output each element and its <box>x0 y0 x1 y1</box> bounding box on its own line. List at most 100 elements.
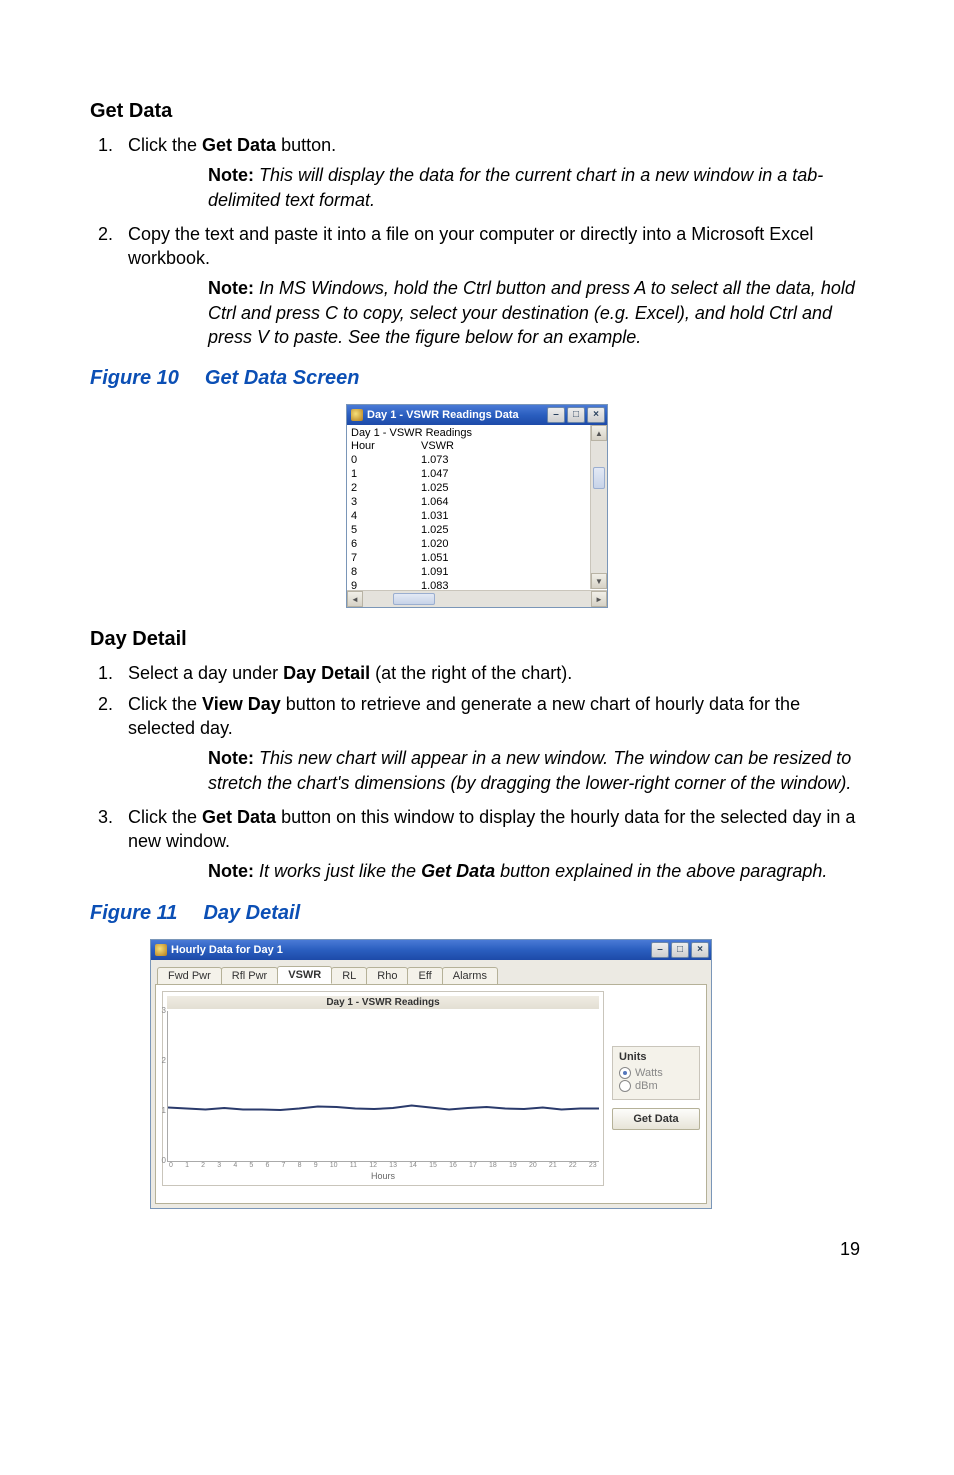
t: (at the right of the chart). <box>370 663 572 683</box>
tab-rfl-pwr[interactable]: Rfl Pwr <box>221 967 278 984</box>
x-tick: 15 <box>429 1162 437 1169</box>
t: Get Data <box>202 135 276 155</box>
tab-alarms[interactable]: Alarms <box>442 967 498 984</box>
scroll-track[interactable] <box>591 441 607 573</box>
x-tick: 3 <box>217 1162 221 1169</box>
app-icon <box>351 409 363 421</box>
figure10-window: Day 1 - VSWR Readings Data – □ × Day 1 -… <box>346 404 608 608</box>
x-tick: 10 <box>330 1162 338 1169</box>
close-button[interactable]: × <box>691 942 709 958</box>
scroll-left-icon[interactable]: ◄ <box>347 591 363 607</box>
table-row: 71.051 <box>351 551 607 565</box>
cell-hour: 7 <box>351 552 421 564</box>
chart-panel: Day 1 - VSWR Readings 3210 0123456789101… <box>155 984 707 1204</box>
t: Click the <box>128 694 202 714</box>
scroll-up-icon[interactable]: ▲ <box>591 425 607 441</box>
x-label: Hours <box>167 1171 599 1181</box>
note-1: Note: This will display the data for the… <box>208 163 864 212</box>
scroll-thumb[interactable] <box>393 593 435 605</box>
cell-vswr: 1.064 <box>421 496 541 508</box>
fig-title: Get Data Screen <box>205 367 360 389</box>
note-3: Note: This new chart will appear in a ne… <box>208 746 864 795</box>
x-tick: 16 <box>449 1162 457 1169</box>
radio-dot-icon <box>619 1067 631 1079</box>
titlebar[interactable]: Day 1 - VSWR Readings Data – □ × <box>347 405 607 425</box>
note-label: Note: <box>208 748 254 768</box>
note-4: Note: It works just like the Get Data bu… <box>208 859 864 883</box>
table-row: 81.091 <box>351 565 607 579</box>
cell-vswr: 1.025 <box>421 482 541 494</box>
maximize-button[interactable]: □ <box>567 407 585 423</box>
t: It works just like the <box>259 861 421 881</box>
tab-rho[interactable]: Rho <box>366 967 408 984</box>
maximize-button[interactable]: □ <box>671 942 689 958</box>
radio-watts[interactable]: Watts <box>619 1067 693 1079</box>
tab-rl[interactable]: RL <box>331 967 367 984</box>
cell-hour: 0 <box>351 454 421 466</box>
table-row: 31.064 <box>351 495 607 509</box>
radio-dbm[interactable]: dBm <box>619 1080 693 1092</box>
radio-label: dBm <box>635 1080 658 1092</box>
scroll-down-icon[interactable]: ▼ <box>591 573 607 589</box>
note-text: This new chart will appear in a new wind… <box>208 748 851 792</box>
minimize-button[interactable]: – <box>651 942 669 958</box>
fig-num: Figure 11 <box>90 902 177 924</box>
side-panel: Units Watts dBm Get Data <box>612 991 700 1186</box>
heading-day-detail: Day Detail <box>90 628 864 651</box>
col-vswr: VSWR <box>421 440 541 452</box>
chart-title: Day 1 - VSWR Readings <box>167 996 599 1009</box>
col-headers: Hour VSWR <box>351 439 607 453</box>
x-tick: 17 <box>469 1162 477 1169</box>
y-tick: 3 <box>158 1006 166 1015</box>
note-label: Note: <box>208 861 254 881</box>
x-tick: 0 <box>169 1162 173 1169</box>
t: Click the <box>128 807 202 827</box>
scroll-right-icon[interactable]: ► <box>591 591 607 607</box>
window-title: Day 1 - VSWR Readings Data <box>367 409 545 421</box>
note-text: It works just like the Get Data button e… <box>259 861 827 881</box>
cell-vswr: 1.051 <box>421 552 541 564</box>
x-tick: 11 <box>350 1162 357 1169</box>
vertical-scrollbar[interactable]: ▲ ▼ <box>590 425 607 589</box>
step2-text: Copy the text and paste it into a file o… <box>128 224 813 268</box>
figure11-window: Hourly Data for Day 1 – □ × Fwd PwrRfl P… <box>150 939 712 1209</box>
minimize-button[interactable]: – <box>547 407 565 423</box>
radio-label: Watts <box>635 1067 663 1079</box>
tab-eff[interactable]: Eff <box>407 967 442 984</box>
x-tick: 20 <box>529 1162 537 1169</box>
titlebar[interactable]: Hourly Data for Day 1 – □ × <box>151 940 711 960</box>
tab-vswr[interactable]: VSWR <box>277 966 332 984</box>
x-tick: 21 <box>549 1162 557 1169</box>
x-tick: 6 <box>265 1162 269 1169</box>
table-row: 61.020 <box>351 537 607 551</box>
note-label: Note: <box>208 278 254 298</box>
cell-vswr: 1.031 <box>421 510 541 522</box>
fig-num: Figure 10 <box>90 367 179 389</box>
y-tick: 1 <box>158 1106 166 1115</box>
scroll-thumb[interactable] <box>593 467 605 489</box>
note-2: Note: In MS Windows, hold the Ctrl butto… <box>208 276 864 349</box>
x-tick: 4 <box>233 1162 237 1169</box>
tab-fwd-pwr[interactable]: Fwd Pwr <box>157 967 222 984</box>
cell-vswr: 1.025 <box>421 524 541 536</box>
note-label: Note: <box>208 165 254 185</box>
cell-hour: 5 <box>351 524 421 536</box>
get-data-button[interactable]: Get Data <box>612 1108 700 1130</box>
col-hour: Hour <box>351 440 421 452</box>
fig-title: Day Detail <box>203 902 300 924</box>
x-tick: 2 <box>201 1162 205 1169</box>
x-tick: 23 <box>589 1162 597 1169</box>
horizontal-scrollbar[interactable]: ◄ ► <box>347 590 607 607</box>
t: button. <box>276 135 336 155</box>
close-button[interactable]: × <box>587 407 605 423</box>
cell-hour: 1 <box>351 468 421 480</box>
t: Get Data <box>421 861 495 881</box>
table-row: 11.047 <box>351 467 607 481</box>
step1-text: Click the Get Data button. <box>128 135 336 155</box>
window-title: Hourly Data for Day 1 <box>171 944 649 956</box>
units-group: Units Watts dBm <box>612 1046 700 1100</box>
scroll-track[interactable] <box>363 591 591 607</box>
cell-vswr: 1.047 <box>421 468 541 480</box>
x-tick: 8 <box>298 1162 302 1169</box>
x-ticks: 01234567891011121314151617181920212223 <box>167 1162 599 1169</box>
